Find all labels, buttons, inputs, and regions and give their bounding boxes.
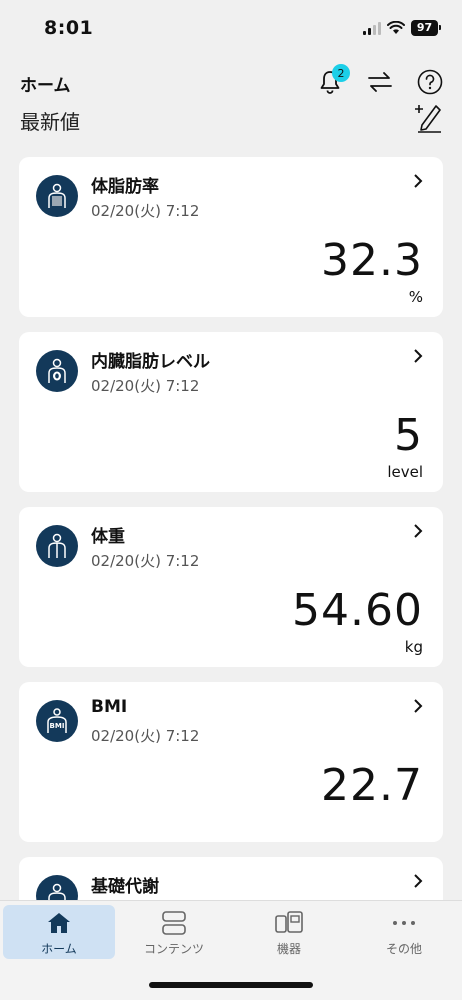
card-title: 内臓脂肪レベル <box>91 352 210 372</box>
card-unit: kg <box>404 638 423 656</box>
battery-indicator: 97 <box>411 20 441 36</box>
card-unit: % <box>408 288 423 306</box>
edit-pencil-icon <box>415 105 441 133</box>
metric-card-list: 体脂肪率 02/20(火) 7:12 32.3 % 内臓脂肪レベル 02/20(… <box>19 157 443 1000</box>
card-date: 02/20(火) 7:12 <box>91 202 200 220</box>
status-indicators: 97 <box>363 20 441 36</box>
header-actions: 2 <box>312 64 448 100</box>
nav-label: ホーム <box>41 942 77 956</box>
wifi-icon <box>387 21 405 34</box>
chevron-right-icon <box>414 524 423 538</box>
card-value: 32.3 <box>321 235 423 286</box>
help-button[interactable] <box>412 64 448 100</box>
contents-icon <box>159 908 189 938</box>
devices-icon <box>274 908 304 938</box>
metric-card-bmi[interactable]: BMI BMI 02/20(火) 7:12 22.7 <box>19 682 443 842</box>
home-icon <box>44 908 74 938</box>
nav-item-home[interactable]: ホーム <box>3 905 115 959</box>
signal-icon <box>363 21 381 35</box>
chevron-right-icon <box>414 699 423 713</box>
visceral-fat-icon <box>36 350 78 392</box>
card-date: 02/20(火) 7:12 <box>91 552 200 570</box>
chevron-right-icon <box>414 349 423 363</box>
card-title: 基礎代謝 <box>91 877 159 897</box>
card-value: 5 <box>394 410 423 461</box>
page-title: ホーム <box>20 76 71 96</box>
card-title: 体重 <box>91 527 125 547</box>
metric-card-visceral-fat[interactable]: 内臓脂肪レベル 02/20(火) 7:12 5 level <box>19 332 443 492</box>
chevron-right-icon <box>414 174 423 188</box>
card-value: 54.60 <box>292 585 423 636</box>
chevron-right-icon <box>414 874 423 888</box>
weight-icon <box>36 525 78 567</box>
card-title: 体脂肪率 <box>91 177 159 197</box>
nav-label: その他 <box>385 942 422 956</box>
card-unit: level <box>387 463 423 481</box>
metric-card-weight[interactable]: 体重 02/20(火) 7:12 54.60 kg <box>19 507 443 667</box>
nav-item-more[interactable]: その他 <box>348 905 460 959</box>
bmi-icon: BMI <box>36 700 78 742</box>
notification-badge: 2 <box>332 64 350 82</box>
nav-label: コンテンツ <box>143 942 204 956</box>
metric-card-body-fat[interactable]: 体脂肪率 02/20(火) 7:12 32.3 % <box>19 157 443 317</box>
card-value: 22.7 <box>321 760 423 811</box>
swap-arrows-icon <box>368 72 392 92</box>
notification-button[interactable]: 2 <box>312 64 350 100</box>
edit-button[interactable] <box>414 102 444 134</box>
more-icon <box>389 908 419 938</box>
home-indicator <box>149 982 313 988</box>
section-title: 最新値 <box>20 110 80 134</box>
status-time: 8:01 <box>44 17 94 39</box>
card-title: BMI <box>91 697 128 717</box>
status-bar: 8:01 97 <box>0 0 462 58</box>
help-icon <box>417 69 443 95</box>
card-date: 02/20(火) 7:12 <box>91 727 200 745</box>
svg-text:BMI: BMI <box>50 722 65 730</box>
nav-item-contents[interactable]: コンテンツ <box>118 905 230 959</box>
body-fat-icon <box>36 175 78 217</box>
nav-label: 機器 <box>276 942 301 956</box>
switch-button[interactable] <box>362 64 398 100</box>
card-date: 02/20(火) 7:12 <box>91 377 200 395</box>
nav-item-devices[interactable]: 機器 <box>233 905 345 959</box>
